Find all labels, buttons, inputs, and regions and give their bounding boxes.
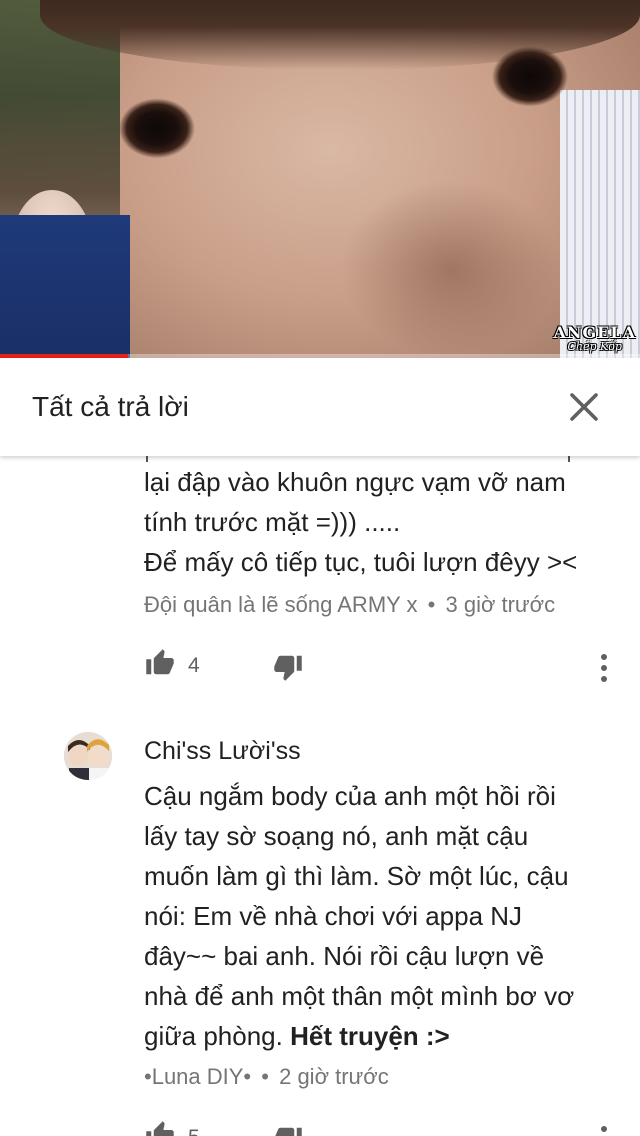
dislike-button[interactable] <box>272 652 304 682</box>
reply-meta-author[interactable]: •Luna DIY• <box>144 1064 251 1089</box>
reply-actions: 4 <box>0 646 640 686</box>
video-frame-detail <box>560 90 640 358</box>
like-count: 4 <box>188 654 200 677</box>
thumb-up-icon <box>146 649 174 675</box>
more-vert-icon-dot <box>601 1126 607 1132</box>
meta-separator: • <box>427 592 436 617</box>
reply-text-line: Để mấy cô tiếp tục, tuôi lượn đêyy >< <box>144 547 578 577</box>
reply-text-plain: giữa phòng. <box>144 1021 291 1051</box>
close-button[interactable] <box>562 385 606 429</box>
like-button[interactable] <box>144 648 176 678</box>
video-frame-detail <box>470 38 590 108</box>
reply-meta: Đội quân là lẽ sống ARMY x • 3 giờ trước <box>144 592 555 618</box>
more-options-button[interactable] <box>594 1120 614 1136</box>
reply-meta: •Luna DIY• • 2 giờ trước <box>144 1064 389 1090</box>
more-options-button[interactable] <box>594 648 614 688</box>
video-watermark: ANGELA Chép Kốp <box>553 323 636 353</box>
reply-text-line: lại đập vào khuôn ngực vạm vỡ nam <box>144 467 566 497</box>
replies-header: Tất cả trả lời <box>0 358 640 456</box>
reply-author[interactable]: Chi'ss Lười'ss <box>144 737 301 766</box>
video-frame-detail <box>0 215 130 358</box>
thumb-up-icon <box>146 1121 174 1136</box>
more-vert-icon-dot <box>601 654 607 660</box>
reply-text-line: nhà để anh một thân một mình bơ vơ <box>144 981 575 1011</box>
replies-page: ANGELA Chép Kốp Tất cả trả lời lại đập v… <box>0 0 640 1136</box>
avatar[interactable] <box>64 732 112 780</box>
reply-text-bold: Hết truyện :> <box>290 1021 450 1051</box>
reply-text-line: nói: Em về nhà chơi với appa NJ <box>144 901 523 931</box>
thumb-down-icon <box>275 1127 302 1136</box>
reply-text-line: giữa phòng. Hết truyện :> <box>144 1016 450 1056</box>
reply-time: 2 giờ trước <box>279 1064 389 1089</box>
thumb-down-icon <box>274 655 302 681</box>
dislike-button[interactable] <box>272 1124 304 1136</box>
more-vert-icon-dot <box>601 676 607 682</box>
reply-text-line: đây~~ bai anh. Nói rồi cậu lượn về <box>144 941 545 971</box>
more-vert-icon-dot <box>601 665 607 671</box>
avatar-image <box>64 732 112 780</box>
like-button[interactable] <box>144 1120 176 1136</box>
reply-text-line: tính trước mặt =))) ..... <box>144 507 401 537</box>
video-player[interactable]: ANGELA Chép Kốp <box>0 0 640 358</box>
close-icon <box>570 393 598 421</box>
meta-separator: • <box>261 1064 269 1089</box>
video-frame-detail <box>92 92 222 158</box>
reply-time: 3 giờ trước <box>445 592 556 617</box>
reply-author[interactable]: Đội quân là lẽ sống ARMY x <box>144 592 418 617</box>
watermark-line-2: Chép Kốp <box>567 340 622 353</box>
reply-text-line: muốn làm gì thì làm. Sờ một lúc, cậu <box>144 861 569 891</box>
replies-list[interactable]: lại đập vào khuôn ngực vạm vỡ nam tính t… <box>0 456 640 1136</box>
watermark-line-1: ANGELA <box>553 323 636 342</box>
reply-text-line: Cậu ngắm body của anh một hồi rồi <box>144 781 556 811</box>
video-frame-detail <box>340 180 560 358</box>
replies-title: Tất cả trả lời <box>32 391 189 422</box>
like-count: 5 <box>188 1126 200 1136</box>
reply-actions: 5 <box>0 1118 640 1136</box>
reply-text-line: lấy tay sờ soạng nó, anh mặt cậu <box>144 821 529 851</box>
